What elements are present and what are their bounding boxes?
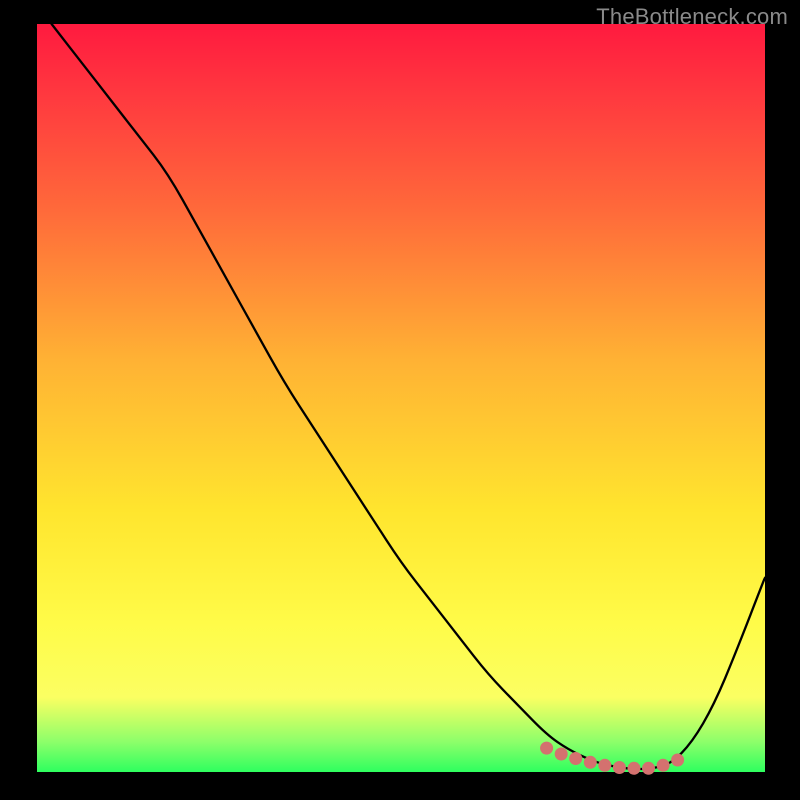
optimum-dot bbox=[671, 754, 684, 767]
optimum-dot bbox=[569, 752, 582, 765]
watermark-text: TheBottleneck.com bbox=[596, 4, 788, 30]
optimum-band-dots bbox=[540, 742, 684, 775]
optimum-dot bbox=[642, 762, 655, 775]
optimum-dot bbox=[598, 759, 611, 772]
optimum-dot bbox=[628, 762, 641, 775]
optimum-dot bbox=[613, 761, 626, 774]
optimum-dot bbox=[584, 756, 597, 769]
chart-plot-area bbox=[37, 24, 765, 772]
bottleneck-curve bbox=[52, 24, 765, 769]
chart-frame: TheBottleneck.com bbox=[0, 0, 800, 800]
optimum-dot bbox=[540, 742, 553, 755]
optimum-dot bbox=[657, 759, 670, 772]
optimum-dot bbox=[555, 748, 568, 761]
chart-overlay bbox=[37, 24, 765, 772]
